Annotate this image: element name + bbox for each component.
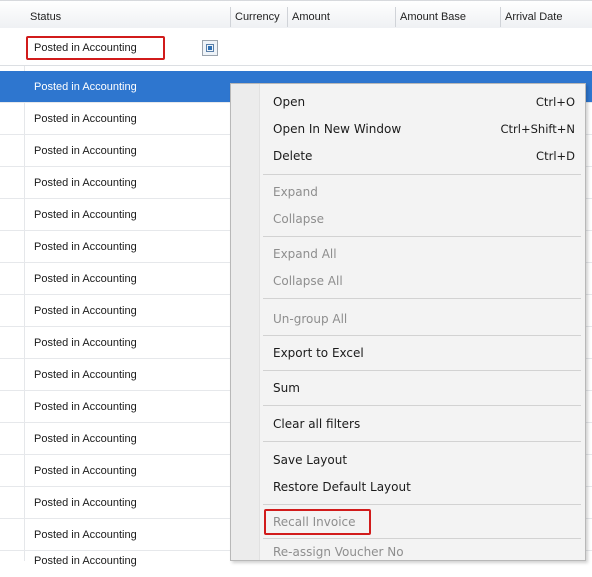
status-cell: Posted in Accounting bbox=[34, 555, 137, 567]
menu-separator bbox=[263, 370, 581, 371]
shortcut-open: Ctrl+O bbox=[535, 95, 575, 109]
menu-item-save-layout[interactable]: Save Layout bbox=[273, 450, 347, 470]
column-header-arrival-date[interactable]: Arrival Date bbox=[501, 7, 592, 27]
status-cell: Posted in Accounting bbox=[34, 273, 137, 285]
menu-item-sum[interactable]: Sum bbox=[273, 378, 300, 398]
menu-separator bbox=[263, 405, 581, 406]
status-cell: Posted in Accounting bbox=[34, 337, 137, 349]
context-menu-icon-gutter bbox=[231, 84, 260, 560]
column-header-status[interactable]: Status bbox=[26, 7, 231, 27]
menu-separator bbox=[263, 298, 581, 299]
column-header-amount-base[interactable]: Amount Base bbox=[396, 7, 501, 27]
status-cell: Posted in Accounting bbox=[34, 369, 137, 381]
status-cell: Posted in Accounting bbox=[34, 465, 137, 477]
menu-item-delete[interactable]: Delete bbox=[273, 146, 312, 166]
menu-separator bbox=[263, 504, 581, 505]
status-filter-input[interactable]: Posted in Accounting bbox=[26, 36, 165, 60]
grid-header: Status Currency Amount Amount Base Arriv… bbox=[0, 0, 592, 30]
menu-item-ungroup-all[interactable]: Un-group All bbox=[273, 309, 347, 329]
menu-separator bbox=[263, 236, 581, 237]
menu-separator bbox=[263, 441, 581, 442]
status-cell: Posted in Accounting bbox=[34, 209, 137, 221]
status-cell: Posted in Accounting bbox=[34, 305, 137, 317]
status-cell: Posted in Accounting bbox=[34, 401, 137, 413]
shortcut-delete: Ctrl+D bbox=[536, 149, 575, 163]
menu-item-recall-invoice[interactable]: Recall Invoice bbox=[273, 512, 356, 532]
menu-item-expand[interactable]: Expand bbox=[273, 182, 318, 202]
status-cell: Posted in Accounting bbox=[34, 113, 137, 125]
menu-item-open[interactable]: Open bbox=[273, 92, 305, 112]
column-header-currency[interactable]: Currency bbox=[231, 7, 288, 27]
menu-item-expand-all[interactable]: Expand All bbox=[273, 244, 337, 264]
menu-separator bbox=[263, 174, 581, 175]
shortcut-open-in-new-window: Ctrl+Shift+N bbox=[500, 122, 575, 136]
menu-item-collapse-all[interactable]: Collapse All bbox=[273, 271, 343, 291]
menu-separator bbox=[263, 538, 581, 539]
status-cell: Posted in Accounting bbox=[34, 145, 137, 157]
menu-item-restore-default-layout[interactable]: Restore Default Layout bbox=[273, 477, 411, 497]
menu-item-reassign-voucher-no[interactable]: Re-assign Voucher No bbox=[273, 542, 404, 562]
menu-item-clear-all-filters[interactable]: Clear all filters bbox=[273, 414, 360, 434]
filter-options-icon[interactable] bbox=[202, 40, 218, 56]
menu-item-collapse[interactable]: Collapse bbox=[273, 209, 324, 229]
status-cell: Posted in Accounting bbox=[34, 177, 137, 189]
context-menu: Open Ctrl+O Open In New Window Ctrl+Shif… bbox=[230, 83, 586, 561]
status-cell: Posted in Accounting bbox=[34, 81, 137, 93]
menu-separator bbox=[263, 335, 581, 336]
column-header-amount[interactable]: Amount bbox=[288, 7, 396, 27]
status-cell: Posted in Accounting bbox=[34, 497, 137, 509]
menu-item-open-in-new-window[interactable]: Open In New Window bbox=[273, 119, 401, 139]
status-cell: Posted in Accounting bbox=[34, 433, 137, 445]
menu-item-export-to-excel[interactable]: Export to Excel bbox=[273, 343, 364, 363]
status-cell: Posted in Accounting bbox=[34, 241, 137, 253]
